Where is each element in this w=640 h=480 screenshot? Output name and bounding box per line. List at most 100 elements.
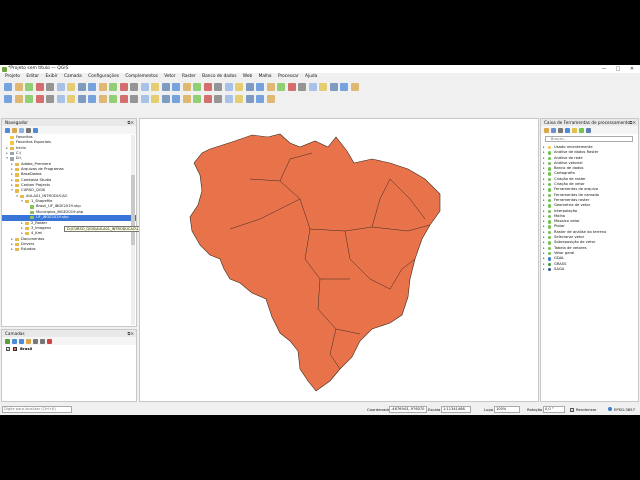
toolbar-button-icon[interactable] [193,94,201,103]
menu-raster[interactable]: Raster [182,73,196,80]
toolbar-button-icon[interactable] [67,82,75,91]
style-icon[interactable] [5,338,10,344]
menu-banco-de-dados[interactable]: Banco de dados [202,73,236,80]
crs-label[interactable]: EPSG:3857 [614,404,635,415]
menu-malha[interactable]: Malha [259,73,272,80]
close-window-button[interactable]: ✕ [626,65,638,73]
toolbar-button-icon[interactable] [214,94,222,103]
toolbar-button-icon[interactable] [256,94,264,103]
toolbar-button-icon[interactable] [25,82,33,91]
toolbar-button-icon[interactable] [98,82,107,91]
lupa-field[interactable]: 100% [494,406,520,413]
menu-camada[interactable]: Camada [64,73,82,80]
toolbar-button-icon[interactable] [224,82,233,91]
menu-projeto[interactable]: Projeto [5,73,20,80]
scale-field[interactable]: 1:11341468 [441,406,471,413]
rotation-field[interactable]: 0,0 ° [543,406,565,413]
locator-search-input[interactable]: Digite para localizar (Ctrl+K) [2,406,72,413]
toolbar-button-icon[interactable] [203,94,212,103]
refresh-icon[interactable] [5,127,10,133]
menu-vetor[interactable]: Vetor [164,73,175,80]
menu-web[interactable]: Web [243,73,252,80]
filter-icon[interactable] [26,338,31,344]
toolbar-button-icon[interactable] [308,82,317,91]
toolbar-button-icon[interactable] [119,94,128,103]
toolbar-button-icon[interactable] [140,82,149,91]
scripts-icon[interactable] [551,127,556,133]
toolbar-button-icon[interactable] [277,82,285,91]
toolbar-button-icon[interactable] [203,82,212,91]
collapse-all-icon[interactable] [26,127,31,133]
menu-editar[interactable]: Editar [26,73,39,80]
toolbar-button-icon[interactable] [88,94,96,103]
map-canvas[interactable] [139,118,539,402]
menu-ajuda[interactable]: Ajuda [305,73,317,80]
toolbar-button-icon[interactable] [287,82,296,91]
toolbar-button-icon[interactable] [56,94,65,103]
add-group-icon[interactable] [12,338,17,344]
toolbar-button-icon[interactable] [130,82,138,91]
toolbar-button-icon[interactable] [130,94,138,103]
close-icon[interactable]: ⧉✕ [128,119,135,126]
toolbar-button-icon[interactable] [235,82,243,91]
toolbar-button-icon[interactable] [182,82,191,91]
models-icon[interactable] [544,127,549,133]
menu-configuracoes[interactable]: Configurações [88,73,119,80]
toolbar-button-icon[interactable] [214,82,222,91]
toolbar-button-icon[interactable] [329,82,338,91]
add-selected-icon[interactable] [12,127,17,133]
toolbar-button-icon[interactable] [77,94,86,103]
toolbar-button-icon[interactable] [182,94,191,103]
toolbar-button-icon[interactable] [4,94,12,103]
toolbar-button-icon[interactable] [350,82,359,91]
toolbar-button-icon[interactable] [266,94,275,103]
toolbar-button-icon[interactable] [319,82,327,91]
minimize-button[interactable]: — [598,65,610,73]
toolbar-button-icon[interactable] [151,94,159,103]
toolbar-button-icon[interactable] [14,94,23,103]
toolbar-button-icon[interactable] [193,82,201,91]
toolbar-button-icon[interactable] [256,82,264,91]
wrench-icon[interactable] [586,127,591,133]
close-icon[interactable]: ⧉✕ [630,119,637,126]
toolbar-button-icon[interactable] [224,94,233,103]
toolbar-button-icon[interactable] [109,94,117,103]
toolbar-button-icon[interactable] [67,94,75,103]
toolbar-button-icon[interactable] [340,82,348,91]
visibility-icon[interactable] [19,338,24,344]
toolbar-button-icon[interactable] [245,94,254,103]
toolbar-button-icon[interactable] [235,94,243,103]
toolbar-button-icon[interactable] [266,82,275,91]
toolbar-button-icon[interactable] [46,82,54,91]
toolbar-button-icon[interactable] [77,82,86,91]
toolbar-button-icon[interactable] [35,94,44,103]
toolbar-button-icon[interactable] [4,82,12,91]
toolbar-button-icon[interactable] [88,82,96,91]
info-icon[interactable] [33,127,38,133]
processing-search-input[interactable]: Buscar... [545,136,633,142]
chevron-right-icon[interactable]: ▸ [10,247,14,252]
browser-item[interactable]: ▸ Estudos [2,247,136,252]
filter-icon[interactable] [19,127,24,133]
toolbar-button-icon[interactable] [298,82,306,91]
toolbar-button-icon[interactable] [172,82,180,91]
menu-complementos[interactable]: Complementos [125,73,158,80]
layer-checkbox[interactable]: ✓ [6,347,10,351]
toolbar-button-icon[interactable] [25,94,33,103]
toolbar-button-icon[interactable] [109,82,117,91]
options-icon[interactable] [579,127,584,133]
results-icon[interactable] [565,127,570,133]
chevron-right-icon[interactable]: ▸ [543,267,547,272]
expand-all-icon[interactable] [33,338,38,344]
menu-processar[interactable]: Processar [278,73,299,80]
collapse-all-icon[interactable] [40,338,45,344]
toolbar-button-icon[interactable] [245,82,254,91]
toolbar-button-icon[interactable] [14,82,23,91]
toolbar-button-icon[interactable] [46,94,54,103]
toolbar-button-icon[interactable] [56,82,65,91]
remove-layer-icon[interactable] [47,338,52,344]
toolbar-button-icon[interactable] [140,94,149,103]
toolbar-button-icon[interactable] [35,82,44,91]
maximize-button[interactable]: □ [612,65,624,73]
history-icon[interactable] [558,127,563,133]
